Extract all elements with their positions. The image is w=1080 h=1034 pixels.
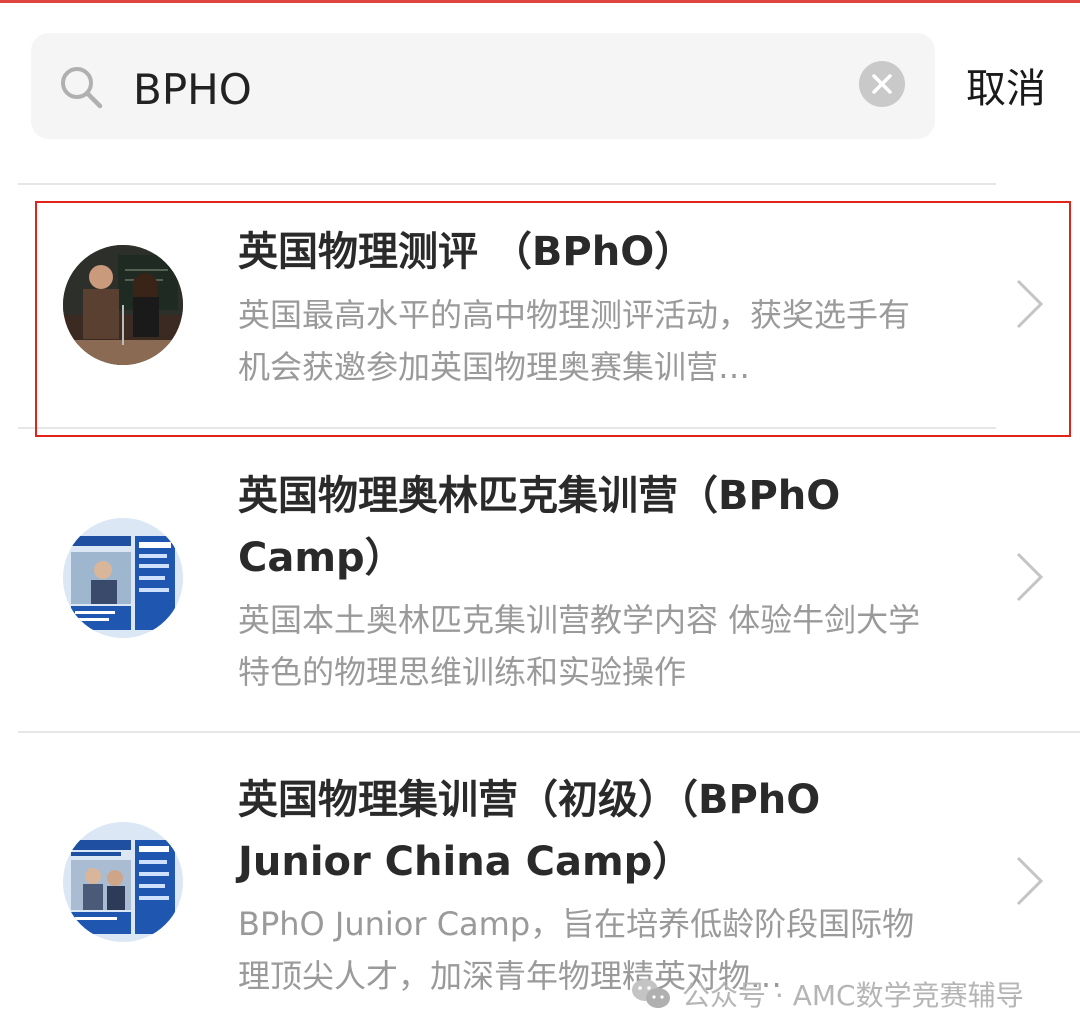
- avatar: [63, 518, 183, 638]
- chevron-right-icon: [1016, 552, 1044, 602]
- avatar: [63, 245, 183, 365]
- top-accent-line: [0, 0, 1080, 3]
- watermark-text: 公众号 · AMC数学竞赛辅导: [682, 979, 1024, 1012]
- result-title: 英国物理集训营（初级）（BPhO Junior China Camp）: [238, 777, 821, 885]
- result-thumbnail-poster: [63, 518, 183, 638]
- chevron-right-icon: [1016, 856, 1044, 906]
- result-title: 英国物理测评 （BPhO）: [238, 229, 695, 275]
- watermark: 公众号 · AMC数学竞赛辅导: [630, 974, 1024, 1014]
- divider: [18, 183, 996, 185]
- result-description: 英国本土奥林匹克集训营教学内容 体验牛剑大学特色的物理思维训练和实验操作: [238, 601, 921, 691]
- result-title: 英国物理奥林匹克集训营（BPhO Camp）: [238, 473, 841, 581]
- result-item[interactable]: 英国物理测评 （BPhO） 英国最高水平的高中物理测评活动，获奖选手有机会获邀参…: [0, 200, 1080, 428]
- wechat-icon: [632, 979, 670, 1008]
- close-icon: [872, 74, 892, 94]
- search-input[interactable]: [133, 60, 833, 120]
- divider: [18, 731, 1080, 733]
- result-item[interactable]: 英国物理奥林匹克集训营（BPhO Camp） 英国本土奥林匹克集训营教学内容 体…: [0, 430, 1080, 730]
- chevron-right-icon: [1016, 279, 1044, 329]
- search-icon: [61, 67, 103, 109]
- result-description: 英国最高水平的高中物理测评活动，获奖选手有机会获邀参加英国物理奥赛集训营…: [238, 296, 911, 386]
- cancel-button[interactable]: 取消: [966, 64, 1046, 114]
- clear-search-button[interactable]: [859, 61, 905, 107]
- avatar: [63, 822, 183, 942]
- result-thumbnail-photo: [63, 245, 183, 365]
- result-thumbnail-poster: [63, 822, 183, 942]
- divider: [18, 427, 996, 429]
